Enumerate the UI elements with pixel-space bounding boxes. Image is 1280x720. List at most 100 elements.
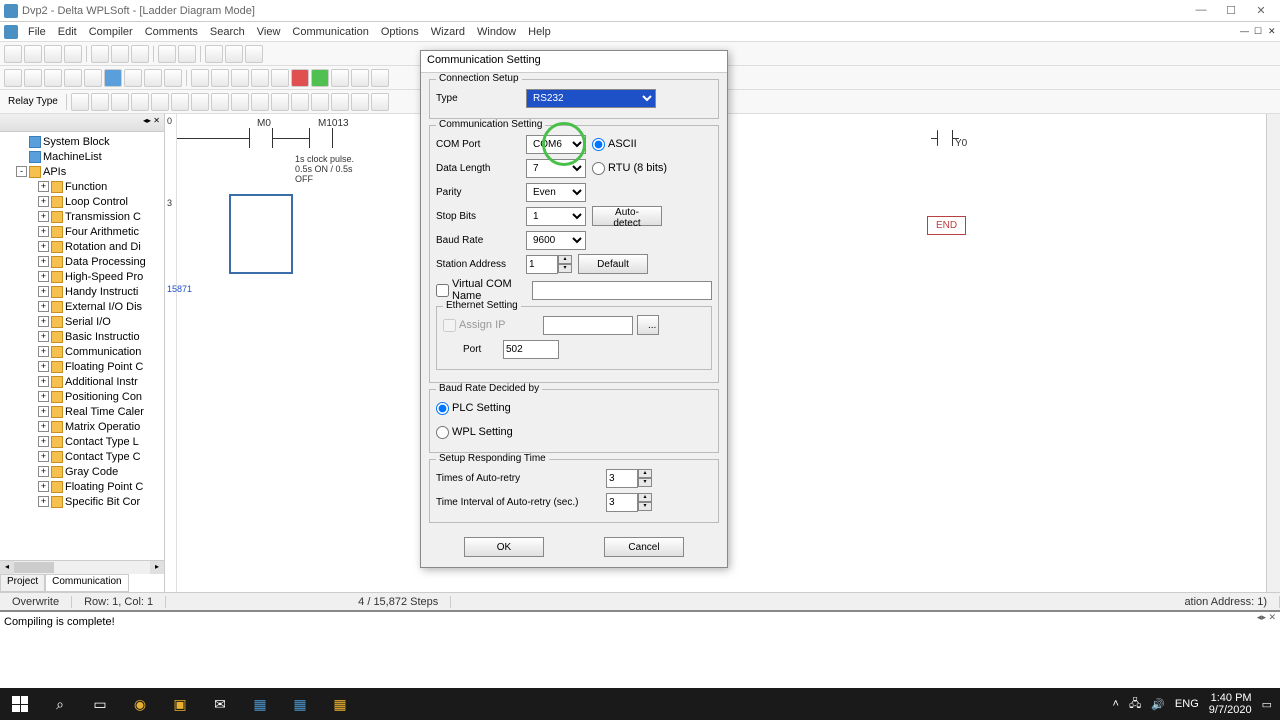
tb2-10[interactable] <box>191 69 209 87</box>
data-length-select[interactable]: 7 <box>526 159 586 178</box>
tree-item[interactable]: +High-Speed Pro <box>2 269 162 284</box>
tab-project[interactable]: Project <box>0 574 45 592</box>
tb2-17[interactable] <box>371 69 389 87</box>
tb3-11[interactable] <box>271 93 289 111</box>
tb-zoom-out[interactable] <box>225 45 243 63</box>
tb2-1[interactable] <box>4 69 22 87</box>
tab-communication[interactable]: Communication <box>45 574 128 592</box>
retry-spinner[interactable]: ▴▾ <box>606 469 652 488</box>
tray-notifications-icon[interactable]: ▭ <box>1262 698 1272 711</box>
mdi-restore[interactable]: ☐ <box>1248 24 1262 39</box>
tray-up-icon[interactable]: ˄ <box>1113 698 1119 710</box>
wplsoft-icon[interactable]: ▦ <box>320 688 360 720</box>
close-button[interactable]: ✕ <box>1246 4 1276 17</box>
mdi-close[interactable]: ✕ <box>1262 24 1276 39</box>
virtual-com-input[interactable] <box>532 281 712 300</box>
tb2-7[interactable] <box>124 69 142 87</box>
tb-paste[interactable] <box>131 45 149 63</box>
tb2-2[interactable] <box>24 69 42 87</box>
tb2-14[interactable] <box>271 69 289 87</box>
tree-item[interactable]: MachineList <box>2 149 162 164</box>
tree-item[interactable]: +Serial I/O <box>2 314 162 329</box>
tree-item[interactable]: +Handy Instructi <box>2 284 162 299</box>
default-button[interactable]: Default <box>578 254 648 274</box>
type-select[interactable]: RS232 <box>526 89 656 108</box>
sidebar-hscroll[interactable]: ◂ ▸ <box>0 560 164 574</box>
tb2-11[interactable] <box>211 69 229 87</box>
com-port-select[interactable]: COM6 <box>526 135 586 154</box>
tree-item[interactable]: +Floating Point C <box>2 359 162 374</box>
tb-zoom-in[interactable] <box>205 45 223 63</box>
menu-view[interactable]: View <box>251 24 287 40</box>
wpl-setting-radio[interactable]: WPL Setting <box>436 426 526 439</box>
menu-file[interactable]: File <box>22 24 52 40</box>
chrome-icon[interactable]: ◉ <box>120 688 160 720</box>
tray-network-icon[interactable]: 🖧 <box>1129 695 1141 714</box>
menu-help[interactable]: Help <box>522 24 557 40</box>
tb2-5[interactable] <box>84 69 102 87</box>
mdi-minimize[interactable]: — <box>1234 24 1248 39</box>
explorer-icon[interactable]: ▣ <box>160 688 200 720</box>
tb2-run[interactable] <box>311 69 329 87</box>
tree-item[interactable]: +Specific Bit Cor <box>2 494 162 509</box>
search-icon[interactable]: ⌕ <box>40 688 80 720</box>
tb2-15[interactable] <box>331 69 349 87</box>
tree-item[interactable]: -APIs <box>2 164 162 179</box>
maximize-button[interactable]: ☐ <box>1216 4 1246 17</box>
mail-icon[interactable]: ✉ <box>200 688 240 720</box>
cancel-button[interactable]: Cancel <box>604 537 684 557</box>
task-view-icon[interactable]: ▭ <box>80 688 120 720</box>
tree-item[interactable]: +Loop Control <box>2 194 162 209</box>
tb3-16[interactable] <box>371 93 389 111</box>
menu-window[interactable]: Window <box>471 24 522 40</box>
menu-comments[interactable]: Comments <box>139 24 204 40</box>
tree-item[interactable]: +Matrix Operatio <box>2 419 162 434</box>
start-button[interactable] <box>0 688 40 720</box>
tb3-5[interactable] <box>151 93 169 111</box>
tb-redo[interactable] <box>178 45 196 63</box>
tb3-10[interactable] <box>251 93 269 111</box>
tree-item[interactable]: +Data Processing <box>2 254 162 269</box>
tb3-15[interactable] <box>351 93 369 111</box>
tree-item[interactable]: +Contact Type C <box>2 449 162 464</box>
tb3-6[interactable] <box>171 93 189 111</box>
menu-search[interactable]: Search <box>204 24 251 40</box>
tb-new[interactable] <box>4 45 22 63</box>
tb2-12[interactable] <box>231 69 249 87</box>
tb3-13[interactable] <box>311 93 329 111</box>
minimize-button[interactable]: — <box>1186 4 1216 17</box>
tb3-contact-p[interactable] <box>111 93 129 111</box>
ascii-radio[interactable]: ASCII <box>592 138 682 151</box>
tb-save[interactable] <box>44 45 62 63</box>
tree-item[interactable]: +Function <box>2 179 162 194</box>
tb2-4[interactable] <box>64 69 82 87</box>
tree-item[interactable]: +Additional Instr <box>2 374 162 389</box>
tb-cut[interactable] <box>91 45 109 63</box>
menu-wizard[interactable]: Wizard <box>425 24 471 40</box>
plc-setting-radio[interactable]: PLC Setting <box>436 402 526 415</box>
tray-lang[interactable]: ENG <box>1175 698 1199 710</box>
canvas-vscroll[interactable] <box>1266 114 1280 592</box>
app-icon-2[interactable]: ▦ <box>280 688 320 720</box>
output-close[interactable]: ◂▸ ✕ <box>1257 612 1276 623</box>
station-addr-spinner[interactable]: ▴▾ <box>526 255 572 274</box>
port-input[interactable] <box>503 340 559 359</box>
ok-button[interactable]: OK <box>464 537 544 557</box>
tb2-stop[interactable] <box>291 69 309 87</box>
tb3-contact-n[interactable] <box>131 93 149 111</box>
tree-item[interactable]: +Basic Instructio <box>2 329 162 344</box>
tb-undo[interactable] <box>158 45 176 63</box>
tree-item[interactable]: +External I/O Dis <box>2 299 162 314</box>
tree-item[interactable]: +Positioning Con <box>2 389 162 404</box>
tree-item[interactable]: +Gray Code <box>2 464 162 479</box>
tree-item[interactable]: System Block <box>2 134 162 149</box>
menu-communication[interactable]: Communication <box>286 24 374 40</box>
parity-select[interactable]: Even <box>526 183 586 202</box>
tb3-12[interactable] <box>291 93 309 111</box>
interval-spinner[interactable]: ▴▾ <box>606 493 652 512</box>
tb3-7[interactable] <box>191 93 209 111</box>
tree-item[interactable]: +Communication <box>2 344 162 359</box>
tb2-3[interactable] <box>44 69 62 87</box>
stop-bits-select[interactable]: 1 <box>526 207 586 226</box>
tree-item[interactable]: +Transmission C <box>2 209 162 224</box>
